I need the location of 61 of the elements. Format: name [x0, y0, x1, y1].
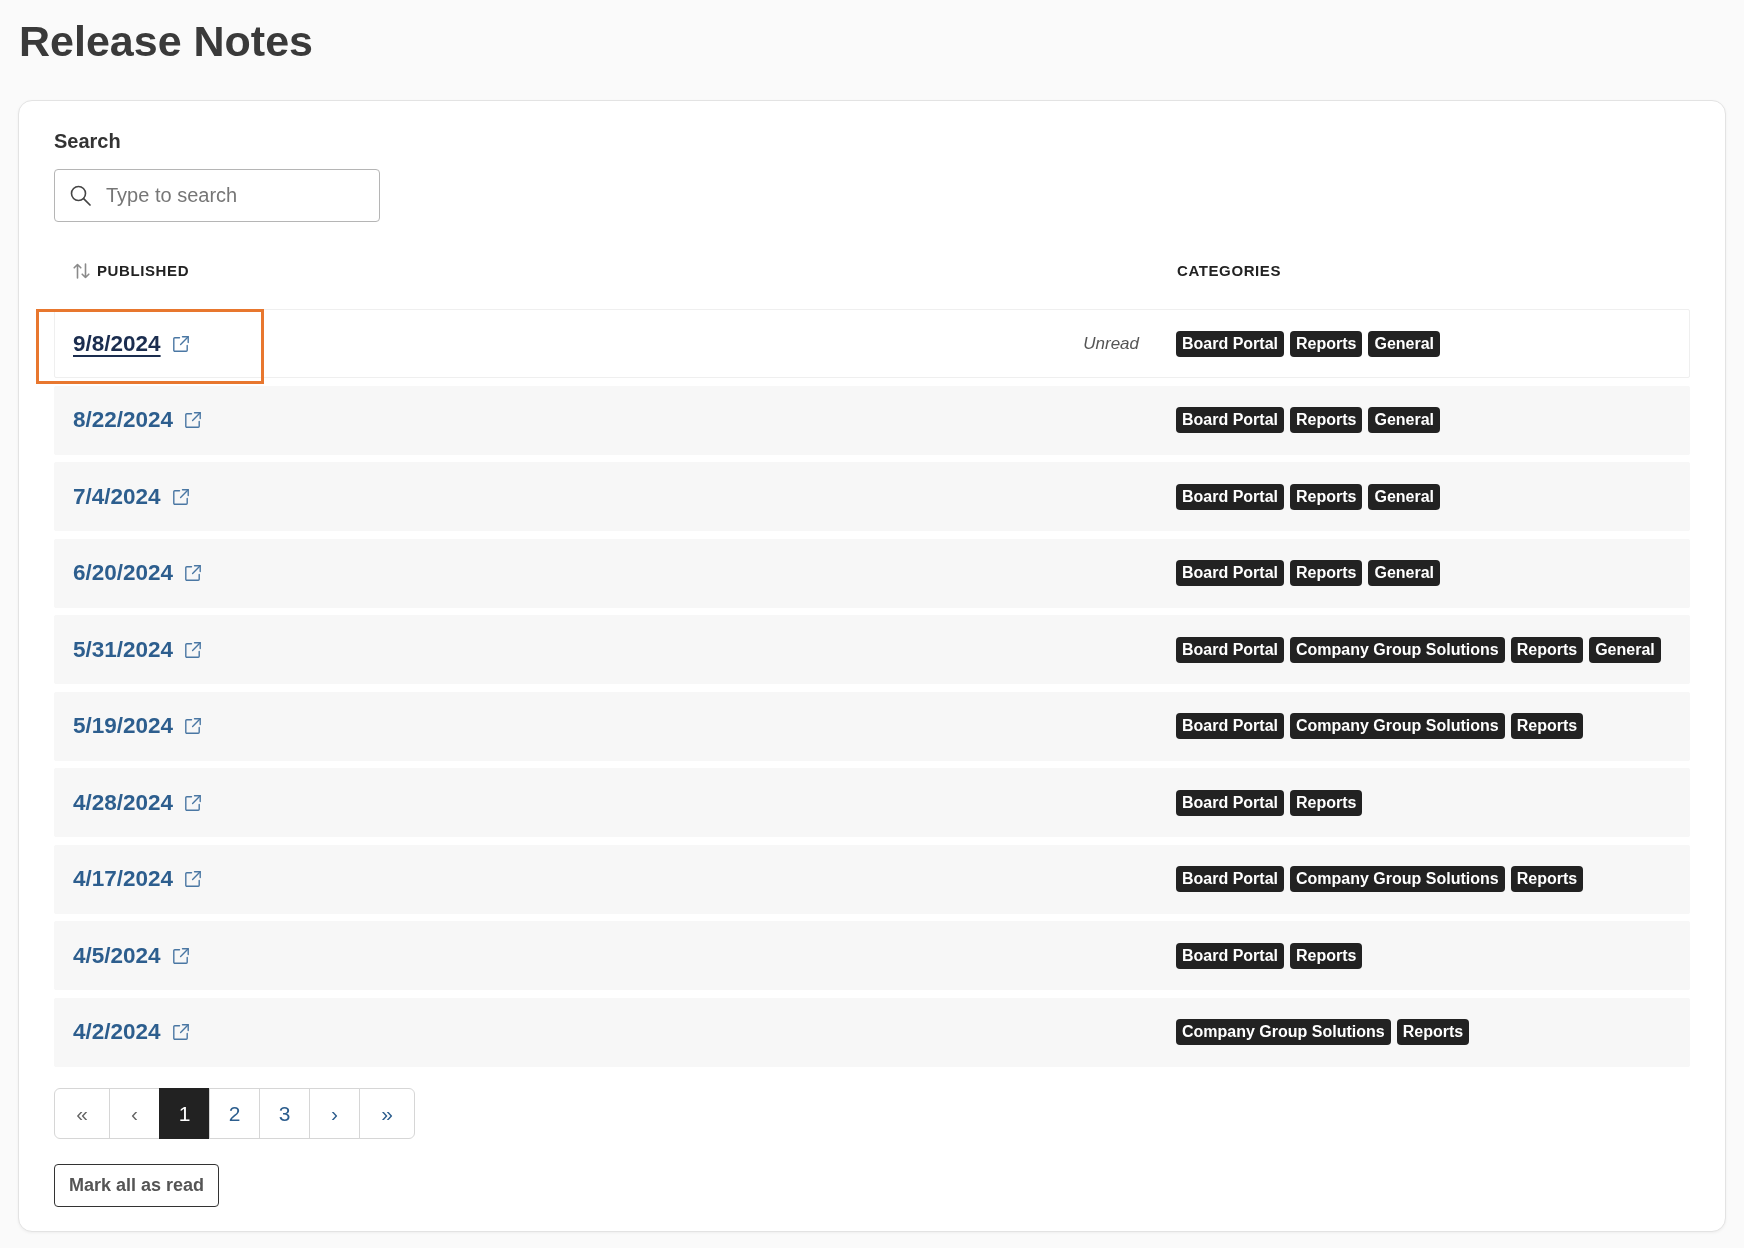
category-tag: Board Portal [1176, 789, 1284, 816]
external-link-icon [184, 640, 203, 659]
mark-all-read-button[interactable]: Mark all as read [54, 1163, 220, 1207]
category-tag: Board Portal [1176, 866, 1284, 892]
status-text: Unread [1083, 332, 1141, 355]
category-tag: Board Portal [1176, 407, 1284, 433]
category-tag: Reports [1396, 1019, 1470, 1045]
category-tag: Board Portal [1176, 483, 1284, 510]
category-tag: General [1368, 407, 1441, 433]
category-tag: Reports [1290, 942, 1363, 969]
external-link-icon [171, 334, 190, 353]
category-tag: Reports [1510, 713, 1584, 739]
category-tag: General [1368, 560, 1441, 586]
category-tag: Reports [1290, 789, 1363, 816]
external-link-icon [184, 411, 203, 429]
category-tag: Company Group Solutions [1290, 713, 1505, 739]
external-link-icon [171, 1023, 190, 1041]
date-link[interactable]: 4/5/2024 [73, 938, 161, 973]
date-link[interactable]: 9/8/2024 [73, 326, 161, 361]
category-tag: Company Group Solutions [1290, 636, 1505, 663]
external-link-icon [184, 717, 203, 735]
pagination-button[interactable]: 1 [159, 1087, 210, 1139]
category-tag: Reports [1510, 866, 1584, 892]
page-title: Release Notes [19, 17, 314, 65]
external-link-icon [184, 564, 203, 582]
date-link[interactable]: 6/20/2024 [73, 556, 174, 590]
search-label: Search [54, 129, 122, 153]
pagination-button[interactable]: › [309, 1087, 360, 1139]
category-tag: Company Group Solutions [1176, 1019, 1391, 1045]
pagination-button[interactable]: » [359, 1087, 415, 1139]
column-header: CATEGORIES [1177, 260, 1282, 281]
date-link[interactable]: 5/19/2024 [73, 709, 174, 743]
category-tag: Board Portal [1176, 713, 1284, 739]
category-tag: Reports [1290, 407, 1363, 433]
category-tag: Board Portal [1176, 560, 1284, 586]
category-tag: Reports [1510, 636, 1584, 663]
date-link[interactable]: 5/31/2024 [73, 632, 174, 667]
category-tag: Board Portal [1176, 636, 1284, 663]
date-link[interactable]: 4/28/2024 [73, 785, 174, 820]
external-link-icon [184, 793, 203, 812]
external-link-icon [171, 487, 190, 506]
category-tag: Company Group Solutions [1290, 866, 1505, 892]
date-link[interactable]: 4/2/2024 [73, 1015, 161, 1049]
pagination-button[interactable]: 2 [209, 1087, 260, 1139]
pagination-button[interactable]: 3 [259, 1087, 310, 1139]
search-icon [70, 185, 91, 206]
category-tag: General [1368, 483, 1441, 510]
date-link[interactable]: 8/22/2024 [73, 403, 174, 437]
category-tag: General [1589, 636, 1661, 663]
category-tag: General [1368, 330, 1441, 357]
category-tag: Board Portal [1176, 330, 1284, 357]
category-tag: Reports [1290, 483, 1363, 510]
column-header[interactable]: PUBLISHED [97, 259, 190, 283]
external-link-icon [184, 870, 203, 888]
date-link[interactable]: 7/4/2024 [73, 479, 161, 514]
category-tag: Board Portal [1176, 942, 1284, 969]
external-link-icon [171, 946, 190, 965]
search-field[interactable]: Type to search [54, 169, 380, 222]
date-link[interactable]: 4/17/2024 [73, 862, 174, 896]
category-tag: Reports [1290, 560, 1363, 586]
category-tag: Reports [1290, 330, 1363, 357]
